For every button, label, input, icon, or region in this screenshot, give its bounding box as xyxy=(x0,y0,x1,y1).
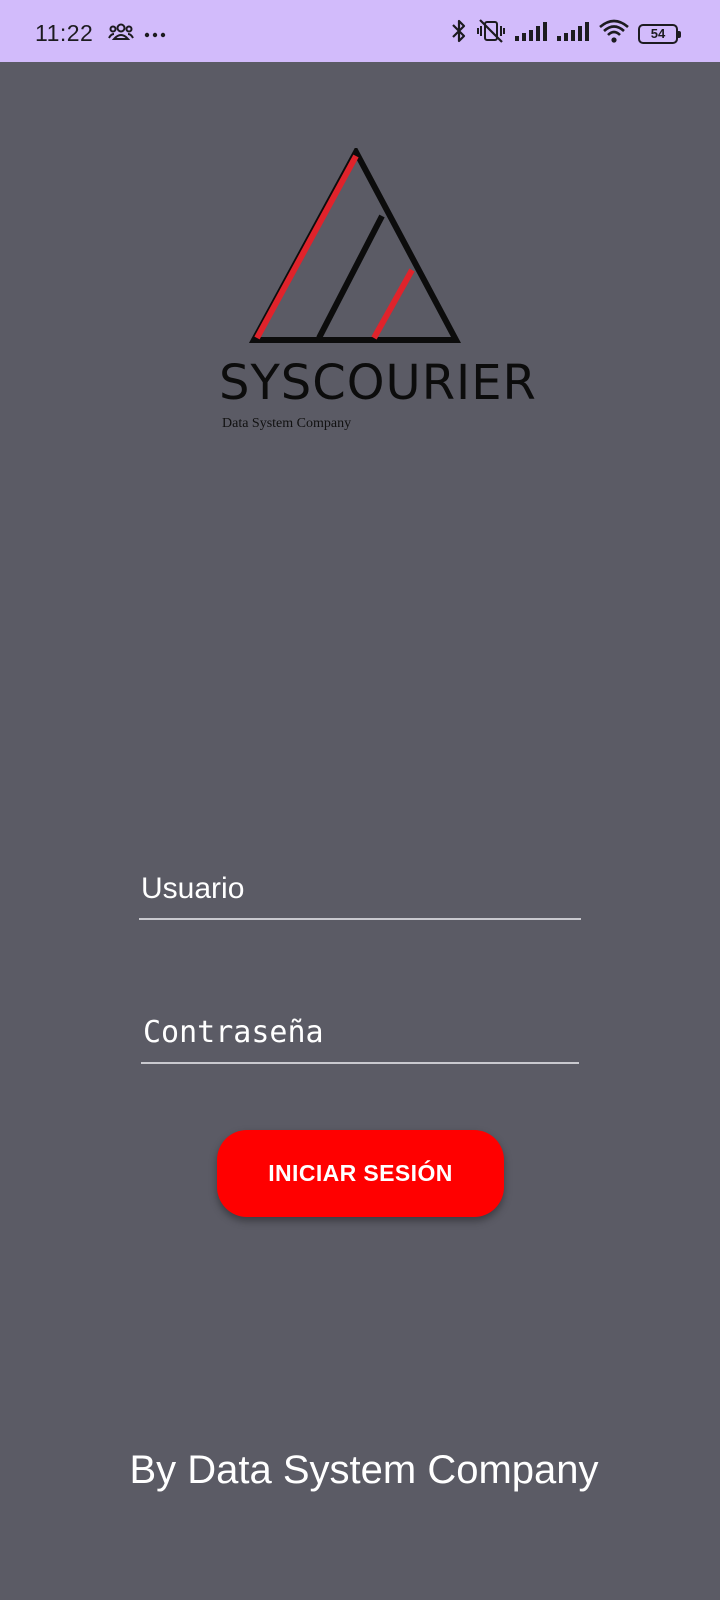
vibrate-off-icon xyxy=(476,18,506,49)
logo-title: SYSCOURIER xyxy=(219,355,537,411)
people-icon xyxy=(108,22,134,47)
password-underline xyxy=(141,1062,579,1064)
status-bar: 11:22 54 xyxy=(0,0,720,62)
status-time: 11:22 xyxy=(35,20,94,46)
login-button-label: INICIAR SESIÓN xyxy=(268,1160,453,1186)
logo-subtitle: Data System Company xyxy=(222,416,352,431)
username-underline xyxy=(139,918,581,920)
login-button[interactable]: INICIAR SESIÓN xyxy=(217,1130,504,1217)
username-field[interactable]: Usuario xyxy=(139,866,581,920)
signal-icon xyxy=(514,20,548,47)
password-input[interactable]: Contraseña xyxy=(141,1010,579,1056)
more-dots-icon xyxy=(144,26,166,44)
wifi-icon xyxy=(598,18,630,49)
battery-level: 54 xyxy=(650,25,666,41)
signal-icon xyxy=(556,20,590,47)
footer-credit: By Data System Company xyxy=(129,1448,599,1492)
bluetooth-icon xyxy=(450,18,468,49)
username-input[interactable]: Usuario xyxy=(139,866,581,912)
password-field[interactable]: Contraseña xyxy=(141,1010,579,1064)
battery-icon: 54 xyxy=(638,23,681,44)
